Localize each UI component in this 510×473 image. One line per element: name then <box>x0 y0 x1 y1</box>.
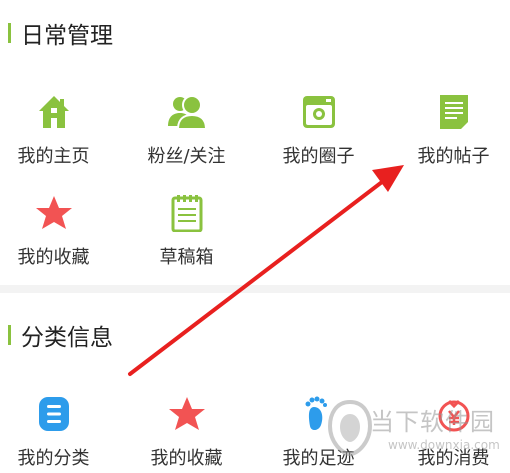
grid-item-my-favorites-2[interactable]: 我的收藏 <box>123 394 250 470</box>
section-accent-bar <box>8 325 11 345</box>
grid-item-my-category[interactable]: 我的分类 <box>0 394 117 470</box>
grid-item-label: 我的足迹 <box>282 448 355 469</box>
grid-item-my-consumption[interactable]: 我的消费 <box>390 394 510 470</box>
grid-item-label: 我的帖子 <box>417 146 490 167</box>
document-icon <box>434 92 474 132</box>
grid-item-label: 我的主页 <box>17 146 90 167</box>
grid-item-fans-follow[interactable]: 粉丝/关注 <box>123 92 250 168</box>
grid-item-label: 我的分类 <box>17 448 90 469</box>
grid-item-my-homepage[interactable]: 我的主页 <box>0 92 117 168</box>
category-icon <box>34 394 74 434</box>
section-title-text: 日常管理 <box>21 23 113 49</box>
camera-icon <box>299 92 339 132</box>
star-icon <box>34 193 74 233</box>
grid-item-drafts[interactable]: 草稿箱 <box>123 193 250 269</box>
grid-item-label: 我的收藏 <box>150 448 223 469</box>
consumption-icon <box>434 394 474 434</box>
grid-item-my-circle[interactable]: 我的圈子 <box>255 92 382 168</box>
users-icon <box>167 92 207 132</box>
notepad-icon <box>167 193 207 233</box>
footprint-icon <box>299 394 339 434</box>
section-divider <box>0 285 510 293</box>
section-accent-bar <box>8 23 11 43</box>
home-icon <box>34 92 74 132</box>
grid-item-label: 我的圈子 <box>282 146 355 167</box>
section-title-daily: 日常管理 <box>8 16 113 50</box>
grid-item-label: 草稿箱 <box>159 247 214 268</box>
section-title-text: 分类信息 <box>21 325 113 351</box>
grid-item-my-footprint[interactable]: 我的足迹 <box>255 394 382 470</box>
star-icon <box>167 394 207 434</box>
section-title-category: 分类信息 <box>8 318 113 352</box>
grid-item-label: 我的消费 <box>417 448 490 469</box>
grid-item-label: 我的收藏 <box>17 247 90 268</box>
grid-item-label: 粉丝/关注 <box>147 146 226 167</box>
grid-item-my-favorites[interactable]: 我的收藏 <box>0 193 117 269</box>
grid-item-my-posts[interactable]: 我的帖子 <box>390 92 510 168</box>
